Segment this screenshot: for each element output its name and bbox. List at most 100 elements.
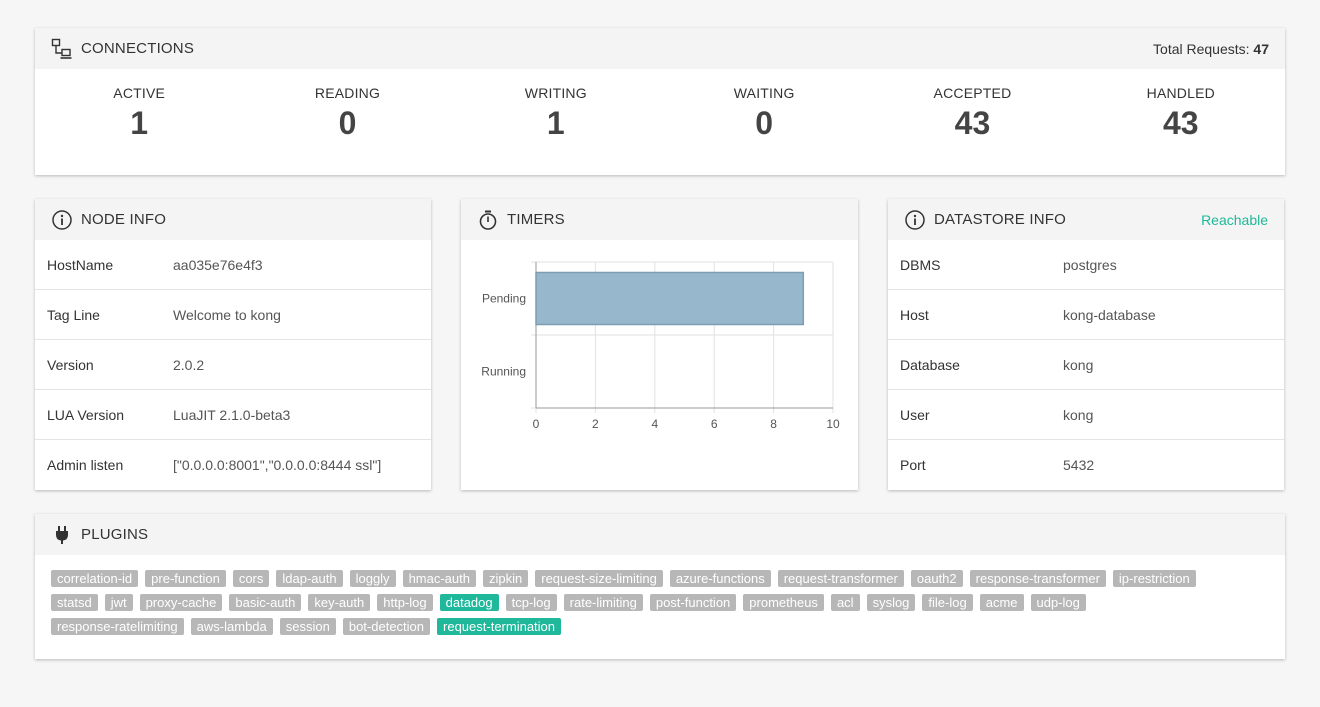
row-value: 5432 [1063,457,1095,473]
row-value: kong [1063,406,1094,423]
plugin-tag-request-size-limiting: request-size-limiting [535,570,663,587]
stat-label: WAITING [733,85,795,101]
plugin-tag-response-ratelimiting: response-ratelimiting [51,618,184,635]
row-value: kong [1063,356,1094,373]
plugin-tag-oauth2: oauth2 [910,570,963,587]
row-value: ["0.0.0.0:8001","0.0.0.0:8444 ssl"] [173,457,382,473]
stat-active: ACTIVE 1 [35,85,243,142]
row-value: 2.0.2 [173,356,205,373]
plugin-tag-ldap-auth: ldap-auth [276,570,343,587]
datastore-card: DATASTORE INFO Reachable DBMS postgres Hos… [888,199,1284,490]
stat-reading: READING 0 [243,85,451,142]
datastore-title: DATASTORE INFO [934,211,1066,228]
row-key: Tag Line [47,306,100,323]
connections-card: CONNECTIONS Total Requests: 47 ACTIVE 1 RE… [35,28,1285,175]
datastore-status: Reachable [1201,211,1268,228]
timers-header: TIMERS [461,199,858,240]
table-row: Database kong [888,340,1284,390]
plugin-tag-basic-auth: basic-auth [229,594,302,611]
timers-title: TIMERS [507,211,565,228]
plugin-tag-correlation-id: correlation-id [51,570,139,587]
x-tick-label: 10 [826,417,840,431]
row-value: postgres [1063,256,1117,273]
row-key: Version [47,356,94,373]
stat-label: READING [314,85,381,101]
plugin-tag-bot-detection: bot-detection [342,618,431,635]
info-icon [51,209,73,231]
plugin-tag-ip-restriction: ip-restriction [1112,570,1196,587]
plugin-tag-request-termination: request-termination [437,618,562,635]
plugin-tag-loggly: loggly [349,570,396,587]
bar-pending [535,271,805,326]
plugin-tag-post-function: post-function [649,594,737,611]
plug-icon [51,524,73,546]
plugin-tag-hmac-auth: hmac-auth [402,570,476,587]
plugin-tag-udp-log: udp-log [1030,594,1086,611]
plugins-header: PLUGINS [35,514,1285,555]
plugin-tag-statsd: statsd [51,594,98,611]
row-value: kong-database [1063,306,1156,323]
plugin-tag-rate-limiting: rate-limiting [563,594,643,611]
datastore-table: DBMS postgres Host kong-database Database kon… [888,240,1284,490]
row-value: Welcome to kong [173,306,281,323]
row-key: Host [900,306,929,323]
timers-card: TIMERS Pending Running 0 2 4 6 8 10 [461,199,858,490]
node-info-header: NODE INFO [35,199,431,240]
plugin-tag-datadog: datadog [439,594,499,611]
stat-value: 1 [130,105,149,141]
connections-header: CONNECTIONS Total Requests: 47 [35,28,1285,69]
plugin-tag-request-transformer: request-transformer [777,570,904,587]
row-key: LUA Version [47,406,125,423]
plugin-tag-prometheus: prometheus [743,594,824,611]
stat-label: WRITING [524,85,587,101]
stat-value: 43 [1163,105,1199,141]
stat-writing: WRITING 1 [452,85,660,142]
stat-value: 0 [755,105,774,141]
row-key: Database [900,356,960,373]
plugin-tag-syslog: syslog [866,594,916,611]
stat-waiting: WAITING 0 [660,85,868,142]
stat-value: 0 [338,105,357,141]
row-key: User [900,406,930,423]
plugin-tag-pre-function: pre-function [145,570,226,587]
plugin-tag-azure-functions: azure-functions [669,570,771,587]
row-value: LuaJIT 2.1.0-beta3 [173,406,291,423]
plugin-tag-aws-lambda: aws-lambda [190,618,273,635]
table-row: HostName aa035e76e4f3 [35,240,431,290]
plugin-tag-zipkin: zipkin [482,570,529,587]
plugin-tag-proxy-cache: proxy-cache [139,594,223,611]
x-tick-label: 4 [651,417,658,431]
timers-chart: Pending Running 0 2 4 6 8 10 [481,261,840,431]
row-key: Port [900,457,926,473]
table-row: Admin listen ["0.0.0.0:8001","0.0.0.0:844… [35,440,431,490]
plugin-tag-tcp-log: tcp-log [505,594,557,611]
plugin-tag-jwt: jwt [104,594,133,611]
plugin-tag-key-auth: key-auth [308,594,371,611]
table-row: Host kong-database [888,290,1284,340]
plugin-tag-http-log: http-log [377,594,433,611]
plugin-tag-response-transformer: response-transformer [969,570,1106,587]
table-row: Port 5432 [888,440,1284,490]
plugin-tag-acme: acme [979,594,1024,611]
plugin-tag-session: session [279,618,336,635]
x-tick-label: 0 [533,417,540,431]
connection-stats: ACTIVE 1 READING 0 WRITING 1 WAITING 0 ACCEPTED 4… [35,69,1285,142]
table-row: DBMS postgres [888,240,1284,290]
table-row: LUA Version LuaJIT 2.1.0-beta3 [35,390,431,440]
total-requests-value: 47 [1253,40,1269,57]
stat-accepted: ACCEPTED 43 [868,85,1076,142]
x-tick-label: 8 [770,417,777,431]
plugin-tag-file-log: file-log [922,594,973,611]
datastore-header: DATASTORE INFO Reachable [888,199,1284,240]
table-row: Tag Line Welcome to kong [35,290,431,340]
info-icon [904,209,926,231]
node-info-title: NODE INFO [81,211,167,228]
plugin-tag-cors: cors [232,570,270,587]
plugin-list: correlation-id pre-function cors ldap-auth l… [35,555,1237,635]
y-tick-label: Pending [482,292,526,306]
plugins-card: PLUGINS correlation-id pre-function cors ld… [35,514,1285,659]
stat-label: ACCEPTED [933,85,1012,101]
table-row: User kong [888,390,1284,440]
x-tick-label: 6 [711,417,718,431]
stat-label: ACTIVE [113,85,166,101]
